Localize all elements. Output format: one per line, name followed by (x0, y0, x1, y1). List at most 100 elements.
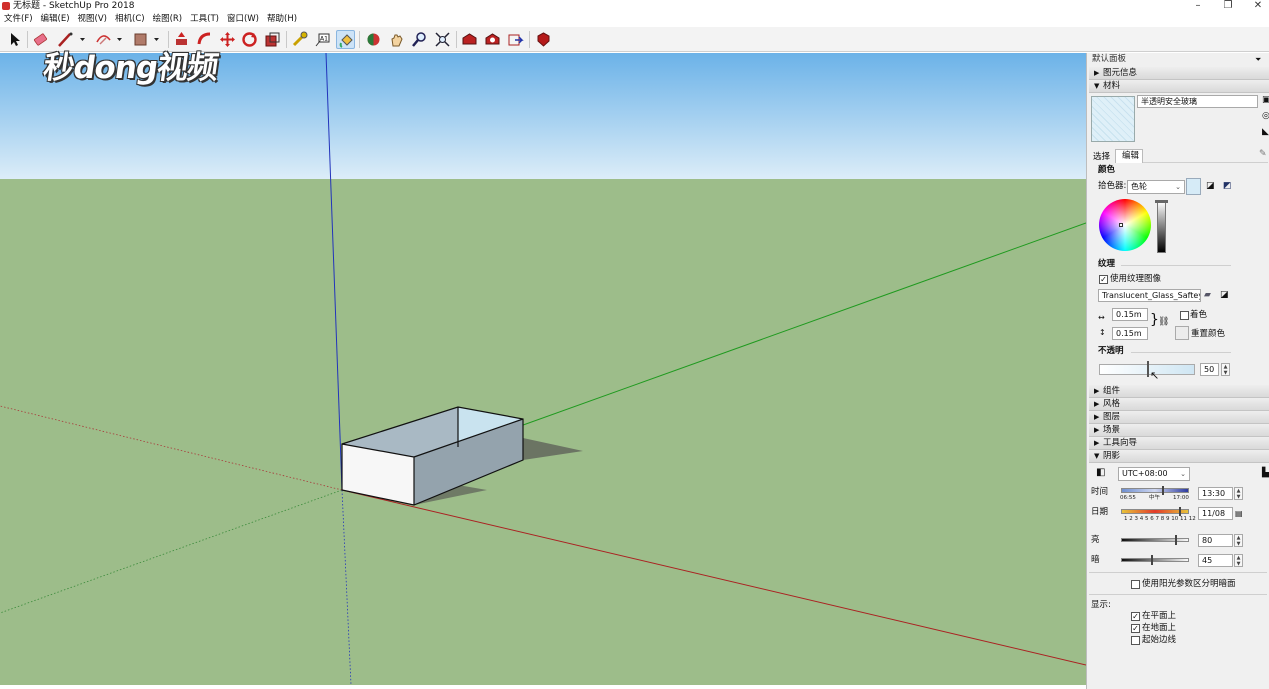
calendar-icon[interactable]: ▤ (1235, 508, 1243, 519)
use-sun-checkbox[interactable] (1131, 580, 1140, 589)
tab-select[interactable]: 选择 (1093, 152, 1110, 163)
minimize-button[interactable]: – (1183, 0, 1213, 12)
colorize-checkbox[interactable] (1180, 311, 1189, 320)
texture-file-field[interactable]: Translucent_Glass_Saftey.jpg (1098, 289, 1201, 302)
menu-view[interactable]: 视图(V) (74, 12, 111, 26)
material-name-field[interactable]: 半透明安全玻璃 (1137, 95, 1258, 108)
date-slider-handle[interactable] (1179, 507, 1181, 516)
dark-slider-handle[interactable] (1151, 555, 1153, 565)
opacity-slider-handle[interactable] (1147, 361, 1149, 377)
sample-paint-icon[interactable]: ◣ (1262, 127, 1269, 138)
opacity-value-field[interactable]: 50 (1200, 363, 1219, 376)
move-tool-icon[interactable] (218, 30, 237, 49)
color-wheel-marker (1119, 223, 1123, 227)
edit-texture-icon[interactable]: ◪ (1220, 290, 1229, 301)
brightness-handle[interactable] (1155, 200, 1168, 203)
date-label: 日期 (1091, 507, 1109, 517)
color-swatch[interactable] (1186, 178, 1201, 195)
on-ground-checkbox[interactable]: ✓ (1131, 624, 1140, 633)
create-material-icon[interactable]: ▣ (1262, 95, 1269, 106)
text-tool-icon[interactable]: A1 (313, 30, 332, 49)
on-faces-checkbox[interactable]: ✓ (1131, 612, 1140, 621)
timezone-select[interactable]: UTC+08:00 ⌄ (1118, 467, 1190, 481)
menu-tools[interactable]: 工具(T) (186, 12, 223, 26)
display-label: 显示: (1091, 600, 1111, 610)
dark-slider[interactable] (1121, 558, 1189, 562)
shadow-divider (1089, 594, 1267, 595)
time-noon: 中午 (1149, 495, 1161, 501)
modeling-viewport[interactable] (0, 53, 1086, 685)
sketchup-app-icon (2, 2, 10, 10)
use-texture-checkbox[interactable]: ✓ (1099, 275, 1108, 284)
tab-edit[interactable]: 编辑 (1122, 151, 1139, 162)
light-slider-handle[interactable] (1175, 535, 1177, 545)
shadow-toggle-icon[interactable]: ◧ (1096, 467, 1105, 478)
chevron-down-icon: ⌄ (1175, 183, 1181, 191)
reset-color-swatch[interactable] (1175, 326, 1189, 340)
months-scale: 1 2 3 4 5 6 7 8 9 10 11 12 (1124, 516, 1196, 522)
menu-edit[interactable]: 编辑(E) (37, 12, 74, 26)
time-spinner[interactable]: ▲ ▼ (1234, 487, 1243, 500)
reset-material-icon[interactable]: ◎ (1262, 111, 1269, 122)
paint-bucket-tool-icon[interactable] (336, 30, 355, 49)
menu-file[interactable]: 文件(F) (0, 12, 37, 26)
tape-measure-tool-icon[interactable] (290, 30, 309, 49)
section-materials[interactable]: ▼ 材料 (1089, 80, 1269, 93)
scale-tool-icon[interactable] (263, 30, 282, 49)
menu-camera[interactable]: 相机(C) (111, 12, 149, 26)
section-shadows[interactable]: ▼ 阴影 (1089, 450, 1269, 463)
dark-spinner[interactable]: ▲ ▼ (1234, 554, 1243, 567)
pan-tool-icon[interactable] (387, 30, 406, 49)
warehouse-tool-icon[interactable] (460, 30, 479, 49)
toolbar-separator (27, 31, 28, 48)
pin-icon[interactable]: ⏷ (1255, 54, 1261, 65)
brightness-slider[interactable] (1157, 201, 1166, 253)
extension-warehouse-tool-icon[interactable] (483, 30, 502, 49)
window-title: 无标题 - SketchUp Pro 2018 (13, 1, 135, 11)
date-value-field[interactable]: 11/08 (1198, 507, 1233, 520)
section-components[interactable]: ▶ 组件 (1089, 385, 1269, 398)
zoom-tool-icon[interactable] (410, 30, 429, 49)
ruby-console-tool-icon[interactable] (534, 30, 553, 49)
section-scenes[interactable]: ▶ 场景 (1089, 424, 1269, 437)
browse-folder-icon[interactable]: ▰ (1204, 290, 1211, 301)
time-value-field[interactable]: 13:30 (1198, 487, 1233, 500)
picker-select[interactable]: 色轮 ⌄ (1127, 180, 1185, 194)
section-instructor[interactable]: ▶ 工具向导 (1089, 437, 1269, 450)
orbit-tool-icon[interactable] (364, 30, 383, 49)
width-arrows-icon: ↔ (1098, 313, 1105, 322)
close-button[interactable]: ✕ (1243, 0, 1269, 12)
section-layers[interactable]: ▶ 图层 (1089, 411, 1269, 424)
menu-draw[interactable]: 绘图(R) (149, 12, 187, 26)
lock-aspect-icon[interactable]: ⛓ (1158, 317, 1169, 328)
pencil-icon[interactable]: ✎ (1259, 149, 1267, 160)
menu-bar: 文件(F) 编辑(E) 视图(V) 相机(C) 绘图(R) 工具(T) 窗口(W) 帮助(H) (0, 12, 1269, 26)
opacity-spinner[interactable]: ▲ ▼ (1221, 363, 1230, 376)
color-wheel[interactable] (1099, 199, 1151, 251)
select-tool-icon[interactable] (5, 30, 24, 49)
section-label: 工具向导 (1103, 438, 1138, 448)
menu-help[interactable]: 帮助(H) (263, 12, 301, 26)
time-slider[interactable] (1121, 488, 1189, 493)
rotate-tool-icon[interactable] (240, 30, 259, 49)
from-edges-checkbox[interactable] (1131, 636, 1140, 645)
watermark-logo: 秒dong视频 (40, 50, 220, 86)
send-to-layout-tool-icon[interactable] (506, 30, 525, 49)
match-model-color-icon[interactable]: ◪ (1206, 181, 1215, 192)
match-screen-color-icon[interactable]: ◩ (1223, 181, 1232, 192)
light-value-field[interactable]: 80 (1198, 534, 1233, 547)
collapsed-arrow-icon: ▶ (1094, 439, 1100, 447)
light-slider[interactable] (1121, 538, 1189, 542)
section-entity-info[interactable]: ▶ 图元信息 (1089, 67, 1269, 80)
light-spinner[interactable]: ▲ ▼ (1234, 534, 1243, 547)
collapsed-arrow-icon: ▶ (1094, 400, 1100, 408)
maximize-button[interactable]: ❐ (1213, 0, 1243, 12)
shadow-settings-icon[interactable]: ▙ (1262, 468, 1269, 479)
zoom-extents-tool-icon[interactable] (433, 30, 452, 49)
texture-height-field[interactable]: 0.15m (1112, 327, 1148, 340)
time-slider-handle[interactable] (1162, 486, 1164, 495)
menu-window[interactable]: 窗口(W) (223, 12, 263, 26)
dark-value-field[interactable]: 45 (1198, 554, 1233, 567)
section-styles[interactable]: ▶ 风格 (1089, 398, 1269, 411)
texture-width-field[interactable]: 0.15m (1112, 308, 1148, 321)
